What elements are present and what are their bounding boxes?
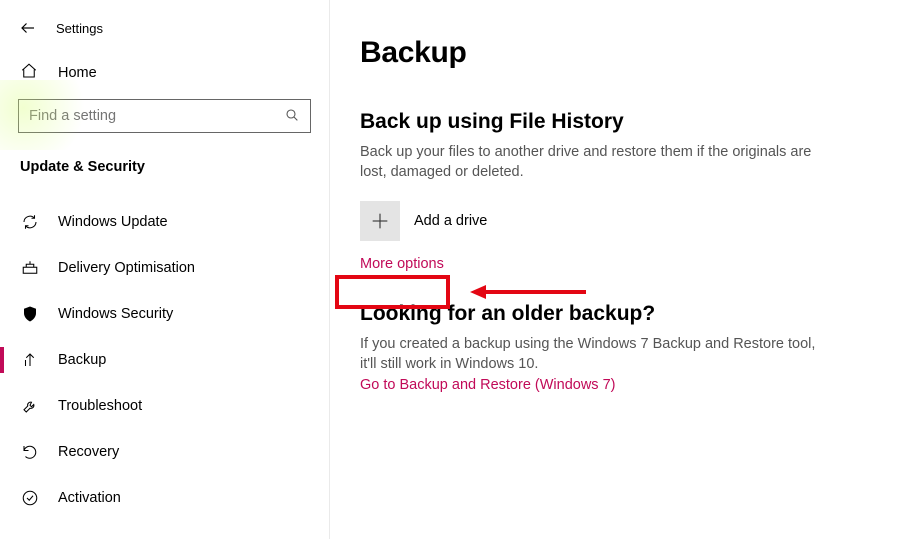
- activation-icon: [20, 489, 40, 507]
- more-options-link[interactable]: More options: [360, 256, 444, 272]
- nav-list: Windows Update Delivery Optimisation Win…: [0, 199, 329, 521]
- add-drive-button[interactable]: Add a drive: [360, 201, 892, 241]
- plus-icon: [360, 201, 400, 241]
- wrench-icon: [20, 397, 40, 415]
- sidebar-item-recovery[interactable]: Recovery: [0, 429, 329, 475]
- older-backup-title: Looking for an older backup?: [360, 302, 892, 326]
- older-backup-desc: If you created a backup using the Window…: [360, 334, 820, 375]
- back-arrow-icon: [19, 19, 37, 37]
- sidebar-item-backup[interactable]: Backup: [0, 337, 329, 383]
- sidebar-item-label: Backup: [58, 352, 106, 368]
- annotation-arrow-icon: [468, 281, 588, 303]
- file-history-title: Back up using File History: [360, 110, 892, 134]
- file-history-desc: Back up your files to another drive and …: [360, 142, 820, 183]
- page-title: Backup: [360, 36, 892, 70]
- sidebar-item-label: Recovery: [58, 444, 119, 460]
- search-input[interactable]: [29, 108, 284, 124]
- sidebar-section-heading: Update & Security: [0, 151, 329, 189]
- recovery-icon: [20, 443, 40, 461]
- sidebar-item-label: Activation: [58, 490, 121, 506]
- sidebar-item-windows-security[interactable]: Windows Security: [0, 291, 329, 337]
- search-box[interactable]: [18, 99, 311, 133]
- file-history-section: Back up using File History Back up your …: [360, 110, 892, 272]
- nav-home-label: Home: [58, 65, 97, 81]
- older-backup-section: Looking for an older backup? If you crea…: [360, 302, 892, 394]
- delivery-icon: [20, 259, 40, 277]
- sidebar-item-activation[interactable]: Activation: [0, 475, 329, 521]
- sidebar-item-troubleshoot[interactable]: Troubleshoot: [0, 383, 329, 429]
- backup-restore-link[interactable]: Go to Backup and Restore (Windows 7): [360, 377, 615, 393]
- sync-icon: [20, 213, 40, 231]
- nav-home[interactable]: Home: [0, 52, 329, 93]
- sidebar-item-windows-update[interactable]: Windows Update: [0, 199, 329, 245]
- main-content: Backup Back up using File History Back u…: [330, 0, 922, 539]
- back-button[interactable]: [18, 18, 38, 38]
- add-drive-label: Add a drive: [414, 213, 487, 229]
- home-icon: [20, 62, 40, 83]
- sidebar-item-label: Windows Update: [58, 214, 168, 230]
- backup-arrow-icon: [20, 351, 40, 369]
- sidebar: Settings Home Update & Security Windows …: [0, 0, 330, 539]
- shield-icon: [20, 305, 40, 323]
- titlebar: Settings: [0, 12, 329, 52]
- sidebar-item-label: Windows Security: [58, 306, 173, 322]
- sidebar-item-label: Troubleshoot: [58, 398, 142, 414]
- search-icon: [284, 107, 300, 126]
- window-title: Settings: [56, 21, 103, 36]
- sidebar-item-delivery-optimisation[interactable]: Delivery Optimisation: [0, 245, 329, 291]
- sidebar-item-label: Delivery Optimisation: [58, 260, 195, 276]
